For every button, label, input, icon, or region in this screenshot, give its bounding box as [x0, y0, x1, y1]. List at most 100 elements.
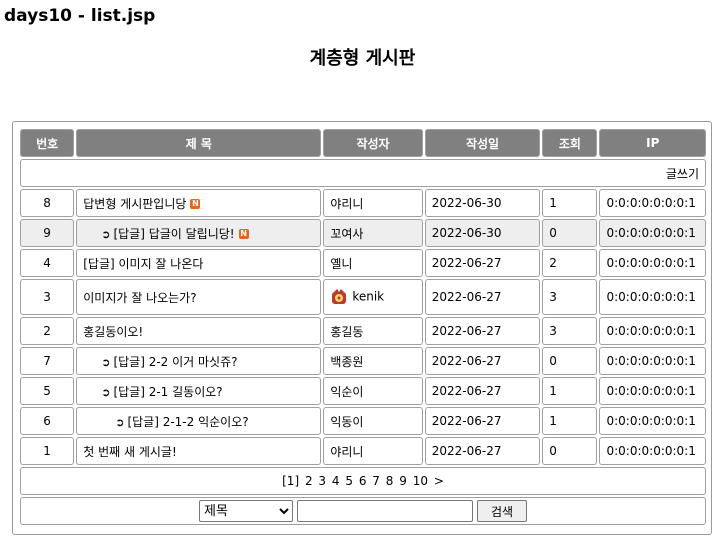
- post-author: 홍길동: [330, 324, 364, 339]
- post-ip: 0:0:0:0:0:0:0:1: [599, 377, 706, 405]
- post-list: 8 답변형 게시판입니당 N 야리니 2022-06-30 1 0:0:0:0:0:0:0:…: [20, 189, 706, 465]
- post-views: 2: [542, 249, 598, 277]
- post-title-cell: ➲ [답글] 답글이 달립니당! N: [76, 219, 322, 247]
- page-link[interactable]: 3: [318, 474, 326, 488]
- post-title-link[interactable]: 첫 번째 새 게시글!: [83, 445, 177, 459]
- reply-arrow-icon: ➲: [115, 415, 125, 429]
- post-title-cell: ➲ [답글] 2-1 길동이오?: [76, 377, 322, 405]
- post-author-cell: 익순이: [323, 377, 423, 405]
- post-ip: 0:0:0:0:0:0:0:1: [599, 279, 706, 315]
- post-views: 0: [542, 347, 598, 375]
- page-link[interactable]: 4: [332, 474, 340, 488]
- post-views: 1: [542, 407, 598, 435]
- post-author: 백종원: [330, 354, 364, 369]
- post-ip: 0:0:0:0:0:0:0:1: [599, 249, 706, 277]
- post-author: kenik: [352, 289, 385, 304]
- col-header-author: 작성자: [323, 129, 423, 157]
- post-author-cell: 꼬여사: [323, 219, 423, 247]
- board-heading: 계층형 게시판: [309, 48, 416, 69]
- table-row[interactable]: 7 ➲ [답글] 2-2 이거 마싯쥬? 백종원 2022-06-27 0 0:0:0:0:…: [20, 347, 706, 375]
- col-header-ip: IP: [599, 129, 706, 157]
- post-title-link[interactable]: [답글] 2-2 이거 마싯쥬?: [113, 355, 237, 369]
- table-row[interactable]: 4 [답글] 이미지 잘 나온다 옐니 2022-06-27 2 0:0:0:0:0:0:…: [20, 249, 706, 277]
- post-author-cell: 야리니: [323, 437, 423, 465]
- page-link[interactable]: 6: [359, 474, 367, 488]
- post-date: 2022-06-27: [424, 437, 541, 465]
- reply-arrow-icon: ➲: [101, 355, 111, 369]
- post-title-link[interactable]: 답변형 게시판입니당: [83, 197, 186, 211]
- page-link[interactable]: 5: [345, 474, 353, 488]
- post-author-cell: 익동이: [323, 407, 423, 435]
- post-author: 익순이: [330, 384, 364, 399]
- post-date: 2022-06-27: [424, 347, 541, 375]
- post-number: 2: [20, 317, 75, 345]
- post-views: 0: [542, 437, 598, 465]
- page-link[interactable]: 10: [413, 474, 428, 488]
- post-views: 3: [542, 279, 598, 315]
- page-title: days10 - list.jsp: [4, 6, 156, 26]
- search-field-select[interactable]: 제목: [199, 500, 293, 522]
- post-views: 0: [542, 219, 598, 247]
- post-number: 4: [20, 249, 75, 277]
- post-ip: 0:0:0:0:0:0:0:1: [599, 407, 706, 435]
- pagination: [1] 2 3 4 5 6 7 8 9 10 >: [20, 467, 706, 495]
- col-header-number: 번호: [20, 129, 75, 157]
- post-number: 1: [20, 437, 75, 465]
- post-number: 5: [20, 377, 75, 405]
- post-title-cell: ➲ [답글] 2-2 이거 마싯쥬?: [76, 347, 322, 375]
- table-row[interactable]: 6 ➲ [답글] 2-1-2 익순이오? 익동이 2022-06-27 1 0:0:0:0:…: [20, 407, 706, 435]
- post-title-link[interactable]: 홍길동이오!: [83, 325, 143, 339]
- board-table: 글쓰기 번호 제 목 작성자 작성일 조회 IP 8 답변형 게시판입니당 N 야리니…: [18, 127, 708, 527]
- page-link[interactable]: 2: [305, 474, 313, 488]
- table-row[interactable]: 3 이미지가 잘 나오는가? kenik 2022-06-27 3 0:0:0:0:0:0…: [20, 279, 706, 315]
- col-header-date: 작성일: [424, 129, 541, 157]
- post-number: 3: [20, 279, 75, 315]
- post-title-link[interactable]: [답글] 2-1 길동이오?: [113, 385, 222, 399]
- post-title-cell: 답변형 게시판입니당 N: [76, 189, 322, 217]
- post-number: 8: [20, 189, 75, 217]
- search-button[interactable]: 검색: [477, 500, 527, 522]
- post-date: 2022-06-27: [424, 407, 541, 435]
- page-link[interactable]: 7: [372, 474, 380, 488]
- post-number: 9: [20, 219, 75, 247]
- post-author-cell: 옐니: [323, 249, 423, 277]
- post-author-cell: kenik: [323, 279, 423, 315]
- post-title-link[interactable]: [답글] 이미지 잘 나온다: [83, 257, 203, 271]
- post-author-cell: 홍길동: [323, 317, 423, 345]
- new-badge-icon: N: [238, 229, 249, 239]
- post-title-cell: ➲ [답글] 2-1-2 익순이오?: [76, 407, 322, 435]
- post-ip: 0:0:0:0:0:0:0:1: [599, 219, 706, 247]
- header-row: 번호 제 목 작성자 작성일 조회 IP: [20, 129, 706, 157]
- table-row[interactable]: 5 ➲ [답글] 2-1 길동이오? 익순이 2022-06-27 1 0:0:0:0:0:…: [20, 377, 706, 405]
- post-title-link[interactable]: [답글] 2-1-2 익순이오?: [127, 415, 248, 429]
- write-link[interactable]: 글쓰기: [666, 167, 699, 181]
- table-row[interactable]: 2 홍길동이오! 홍길동 2022-06-27 3 0:0:0:0:0:0:0:1: [20, 317, 706, 345]
- post-title-cell: [답글] 이미지 잘 나온다: [76, 249, 322, 277]
- table-row[interactable]: 1 첫 번째 새 게시글! 야리니 2022-06-27 0 0:0:0:0:0:0:0:…: [20, 437, 706, 465]
- page-current[interactable]: [1]: [282, 474, 299, 488]
- table-row[interactable]: 8 답변형 게시판입니당 N 야리니 2022-06-30 1 0:0:0:0:0:0:0:…: [20, 189, 706, 217]
- pagination-row: [1] 2 3 4 5 6 7 8 9 10 >: [20, 467, 706, 495]
- page-link[interactable]: 8: [386, 474, 394, 488]
- search-input[interactable]: [297, 500, 473, 522]
- col-header-title: 제 목: [76, 129, 322, 157]
- post-ip: 0:0:0:0:0:0:0:1: [599, 437, 706, 465]
- post-ip: 0:0:0:0:0:0:0:1: [599, 317, 706, 345]
- post-date: 2022-06-27: [424, 317, 541, 345]
- new-badge-icon: N: [190, 199, 201, 209]
- post-author: 옐니: [330, 256, 353, 271]
- post-views: 3: [542, 317, 598, 345]
- post-author: 야리니: [330, 196, 364, 211]
- col-header-views: 조회: [542, 129, 598, 157]
- board-container: 글쓰기 번호 제 목 작성자 작성일 조회 IP 8 답변형 게시판입니당 N 야리니…: [12, 121, 712, 535]
- post-ip: 0:0:0:0:0:0:0:1: [599, 189, 706, 217]
- page-link[interactable]: 9: [399, 474, 407, 488]
- post-title-link[interactable]: [답글] 답글이 달립니당!: [113, 227, 234, 241]
- post-title-link[interactable]: 이미지가 잘 나오는가?: [83, 291, 196, 305]
- table-row[interactable]: 9 ➲ [답글] 답글이 달립니당! N 꼬여사 2022-06-30 0 0:0:0:0:0…: [20, 219, 706, 247]
- page-next[interactable]: >: [434, 474, 444, 488]
- post-views: 1: [542, 189, 598, 217]
- post-title-cell: 첫 번째 새 게시글!: [76, 437, 322, 465]
- post-views: 1: [542, 377, 598, 405]
- search-row: 제목 검색: [20, 497, 706, 525]
